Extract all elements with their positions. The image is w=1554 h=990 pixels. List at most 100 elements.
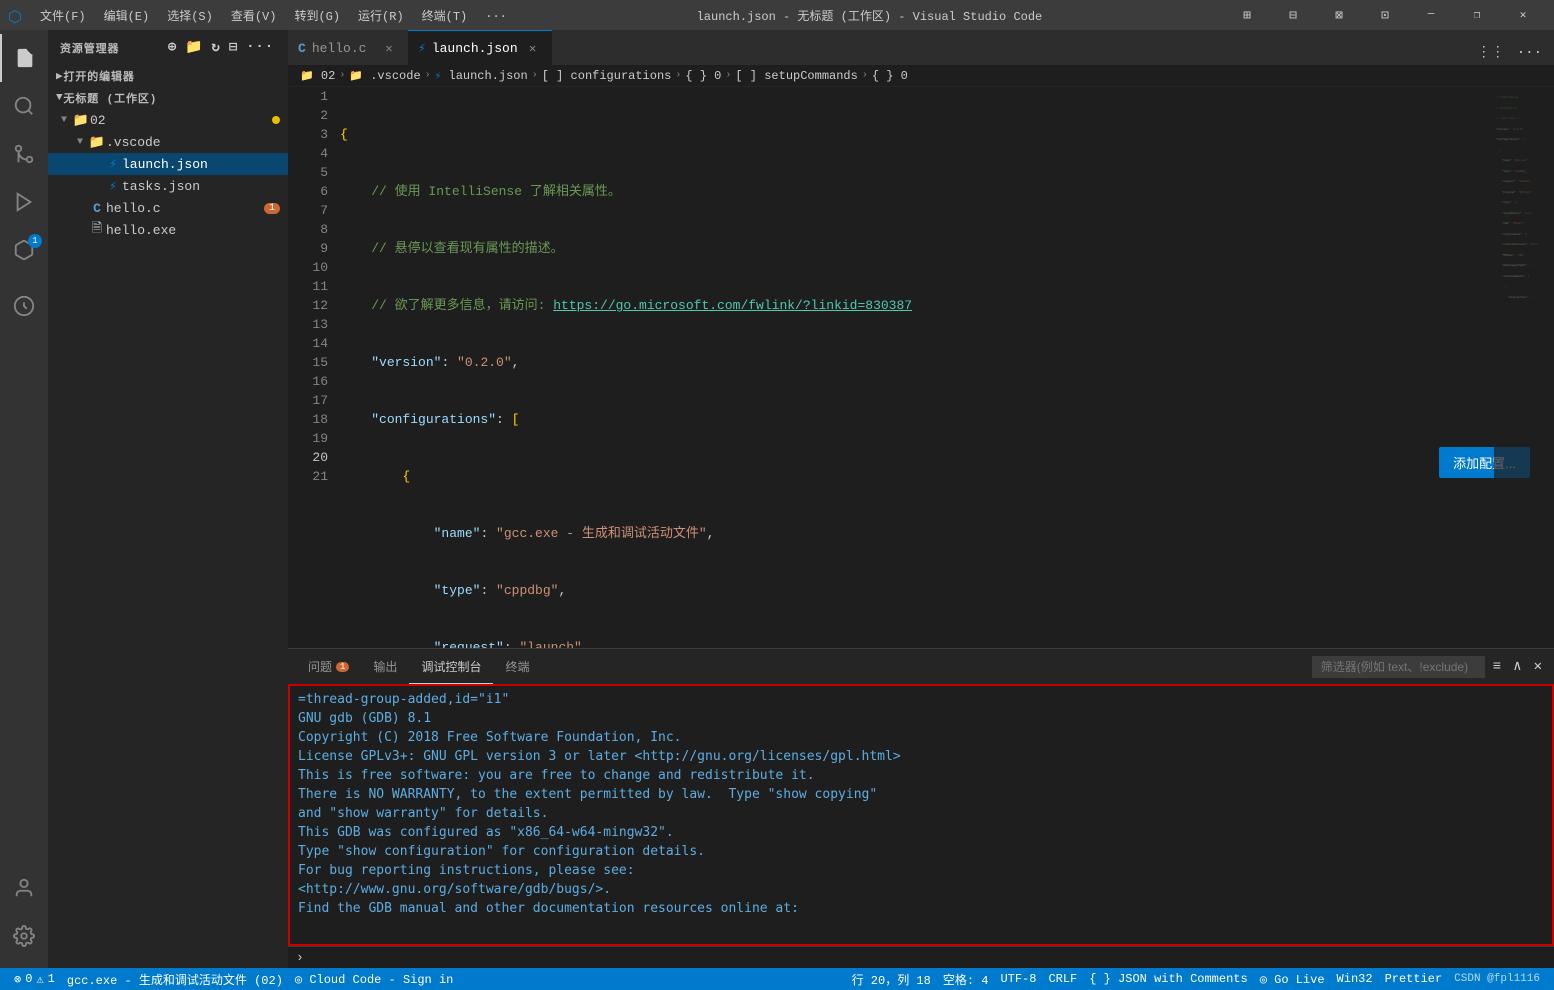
restore-button[interactable]: ❐	[1454, 0, 1500, 30]
panel-tab-debug-console[interactable]: 调试控制台	[409, 649, 493, 684]
workspace-section[interactable]: ▼ 无标题 (工作区)	[48, 87, 288, 109]
folder-02[interactable]: ▼ 📁 02	[48, 109, 288, 131]
status-indent[interactable]: 空格: 4	[937, 968, 995, 990]
status-cloud[interactable]: ◎ Cloud Code - Sign in	[289, 968, 459, 990]
status-golive[interactable]: ◎ Go Live	[1254, 968, 1331, 990]
code-line-5: "version": "0.2.0",	[336, 353, 1494, 372]
status-eol[interactable]: CRLF	[1042, 968, 1083, 990]
refresh-icon[interactable]: ↻	[210, 37, 223, 58]
tab-hello-c[interactable]: C hello.c ✕	[288, 30, 408, 65]
layout3-icon[interactable]: ⊠	[1316, 0, 1362, 30]
status-debug-config[interactable]: gcc.exe - 生成和调试活动文件 (02)	[61, 968, 289, 990]
ln-12: 12	[288, 296, 328, 315]
dc-line-10: For bug reporting instructions, please s…	[298, 861, 1544, 880]
tab-bar-actions[interactable]: ⋮⋮ ···	[1465, 40, 1554, 65]
menu-goto[interactable]: 转到(G)	[286, 5, 348, 26]
debug-console[interactable]: =thread-group-added,id="i1" GNU gdb (GDB…	[288, 684, 1554, 946]
debug-input[interactable]	[308, 950, 1546, 965]
panel-tab-output[interactable]: 输出	[361, 649, 409, 684]
indent-label: 空格: 4	[943, 971, 989, 988]
breadcrumb-launch[interactable]: ⚡ launch.json	[435, 69, 528, 83]
tasks-label: tasks.json	[122, 179, 280, 194]
menu-select[interactable]: 选择(S)	[159, 5, 221, 26]
breadcrumb-configurations[interactable]: [ ] configurations	[542, 69, 672, 83]
menu-terminal[interactable]: 终端(T)	[414, 5, 476, 26]
file-hello-exe[interactable]: 🗎 hello.exe	[48, 219, 288, 241]
breadcrumb-final[interactable]: { } 0	[872, 69, 908, 83]
panel-tab-terminal[interactable]: 终端	[493, 649, 541, 684]
menu-bar[interactable]: 文件(F) 编辑(E) 选择(S) 查看(V) 转到(G) 运行(R) 终端(T…	[32, 5, 515, 26]
layout4-icon[interactable]: ⊡	[1362, 0, 1408, 30]
hello-c-tab-label: hello.c	[312, 41, 374, 56]
window-controls[interactable]: ⊞ ⊟ ⊠ ⊡ ─ ❐ ✕	[1224, 0, 1546, 30]
new-folder-icon[interactable]: 📁	[183, 37, 205, 58]
panel-collapse-icon[interactable]: ≡	[1489, 655, 1505, 679]
close-button[interactable]: ✕	[1500, 0, 1546, 30]
status-language[interactable]: { } JSON with Comments	[1083, 968, 1253, 990]
menu-edit[interactable]: 编辑(E)	[96, 5, 158, 26]
panel-actions[interactable]: ≡ ∧ ✕	[1312, 654, 1546, 679]
folder-02-label: 02	[90, 113, 268, 128]
code-area[interactable]: 1 2 3 4 5 6 7 8 9 10 11 12 13 14 15 16 1…	[288, 87, 1554, 648]
status-formatter[interactable]: Prettier	[1379, 968, 1449, 990]
hello-c-icon: C	[88, 201, 106, 216]
menu-run[interactable]: 运行(R)	[350, 5, 412, 26]
layout-icon[interactable]: ⊞	[1224, 0, 1270, 30]
activity-remote[interactable]	[0, 282, 48, 330]
encoding-label: UTF-8	[1000, 972, 1036, 986]
ln-6: 6	[288, 182, 328, 201]
sidebar-header-actions[interactable]: ⊕ 📁 ↻ ⊟ ···	[166, 37, 276, 58]
file-launch-json[interactable]: ⚡ launch.json	[48, 153, 288, 175]
activity-explorer[interactable]	[0, 34, 48, 82]
status-platform[interactable]: Win32	[1331, 968, 1379, 990]
panel-close-icon[interactable]: ✕	[1530, 654, 1546, 679]
activity-search[interactable]	[0, 82, 48, 130]
breadcrumb-02[interactable]: 📁 02	[300, 69, 335, 83]
activity-extensions[interactable]: 1	[0, 226, 48, 274]
menu-view[interactable]: 查看(V)	[223, 5, 285, 26]
launch-label: launch.json	[122, 157, 280, 172]
panel-expand-icon[interactable]: ∧	[1509, 654, 1525, 679]
extensions-badge: 1	[28, 234, 42, 248]
panel-tab-problems[interactable]: 问题 1	[296, 649, 361, 684]
menu-more[interactable]: ...	[477, 5, 515, 26]
file-tasks-json[interactable]: ⚡ tasks.json	[48, 175, 288, 197]
tab-bar: C hello.c ✕ ⚡ launch.json ✕ ⋮⋮ ···	[288, 30, 1554, 65]
activity-source-control[interactable]	[0, 130, 48, 178]
code-line-8: "name": "gcc.exe - 生成和调试活动文件",	[336, 524, 1494, 543]
hello-exe-label: hello.exe	[106, 223, 280, 238]
tab-actions-icon[interactable]: ···	[1513, 41, 1546, 65]
breadcrumb-vscode[interactable]: 📁 .vscode	[349, 69, 420, 83]
open-editors-arrow: ▶	[56, 69, 64, 83]
error-count: 0	[25, 972, 32, 986]
activity-debug[interactable]	[0, 178, 48, 226]
status-encoding[interactable]: UTF-8	[994, 968, 1042, 990]
breadcrumb-setupcommands[interactable]: [ ] setupCommands	[735, 69, 857, 83]
ln-11: 11	[288, 277, 328, 296]
minimize-button[interactable]: ─	[1408, 0, 1454, 30]
code-content[interactable]: { // 使用 IntelliSense 了解相关属性。 // 悬停以查看现有属…	[336, 87, 1494, 648]
app-body: 1 资源管理器 ⊕ 📁 ↻ ⊟ ···	[0, 30, 1554, 968]
open-editors-section[interactable]: ▶ 打开的编辑器	[48, 65, 288, 87]
layout2-icon[interactable]: ⊟	[1270, 0, 1316, 30]
panel-filter-input[interactable]	[1312, 656, 1485, 678]
status-position[interactable]: 行 20，列 18	[846, 968, 937, 990]
file-hello-c[interactable]: C hello.c 1	[48, 197, 288, 219]
breadcrumb-configurations-label: [ ] configurations	[542, 69, 672, 83]
activity-settings[interactable]	[0, 912, 48, 960]
hello-c-tab-icon: C	[298, 41, 306, 56]
status-errors[interactable]: ⊗ 0 ⚠ 1	[8, 968, 61, 990]
collapse-icon[interactable]: ⊟	[227, 37, 240, 58]
hello-c-tab-close[interactable]: ✕	[380, 39, 398, 57]
launch-tab-close[interactable]: ✕	[524, 39, 542, 57]
more-actions-icon[interactable]: ···	[244, 37, 276, 58]
problems-label: 问题	[308, 658, 332, 675]
split-editor-icon[interactable]: ⋮⋮	[1473, 40, 1509, 65]
breadcrumb-0[interactable]: { } 0	[685, 69, 721, 83]
tab-launch-json[interactable]: ⚡ launch.json ✕	[408, 30, 552, 65]
new-file-icon[interactable]: ⊕	[166, 37, 179, 58]
menu-file[interactable]: 文件(F)	[32, 5, 94, 26]
terminal-label: 终端	[505, 658, 529, 675]
folder-vscode[interactable]: ▼ 📁 .vscode	[48, 131, 288, 153]
activity-accounts[interactable]	[0, 864, 48, 912]
